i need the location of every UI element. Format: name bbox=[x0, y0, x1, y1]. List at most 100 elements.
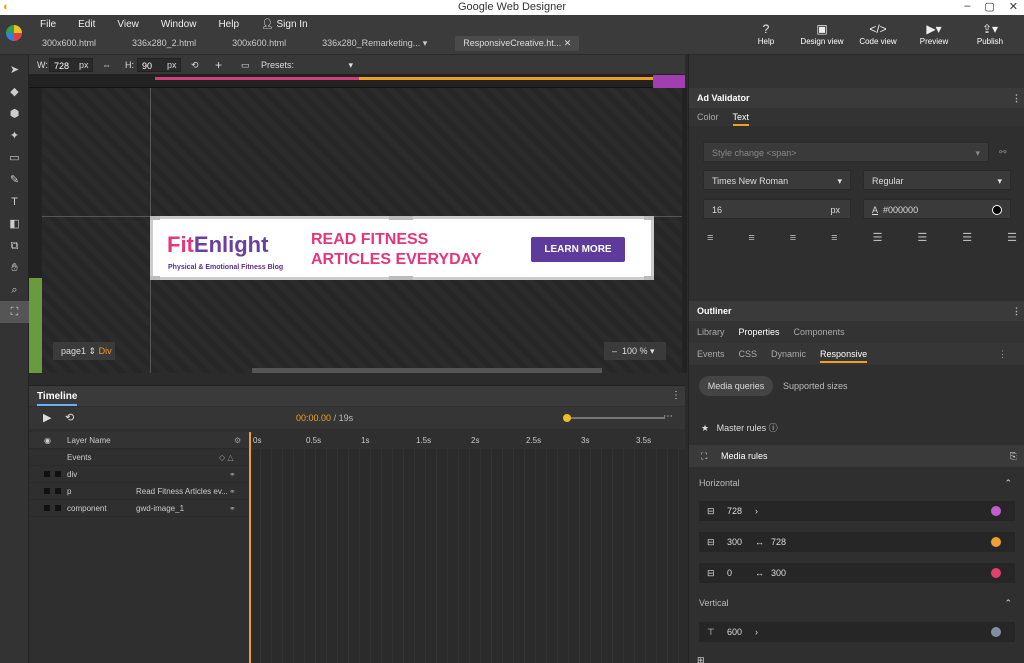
rule-color-dot[interactable] bbox=[991, 506, 1001, 516]
link-icon[interactable]: ⚭ bbox=[229, 466, 236, 483]
lock-toggle[interactable] bbox=[55, 471, 61, 477]
timeline-zoom-slider[interactable] bbox=[565, 417, 665, 419]
close-tab-icon[interactable]: ✕ bbox=[564, 38, 572, 48]
tab-events[interactable]: Events bbox=[697, 349, 725, 359]
zoom-control[interactable]: – 100 % ▾ bbox=[604, 342, 666, 360]
presets-dropdown[interactable]: Presets: ▾ bbox=[261, 58, 353, 72]
tab-dynamic[interactable]: Dynamic bbox=[771, 349, 806, 359]
more-icon[interactable]: ⋮ bbox=[671, 390, 681, 401]
layer-row[interactable]: component gwd-image_1 ⚭ bbox=[29, 500, 249, 517]
media-query-row[interactable]: ⊤ 600 › bbox=[699, 622, 1015, 642]
learn-more-button[interactable]: LEARN MORE bbox=[531, 237, 625, 262]
gear-icon[interactable]: ⚙ bbox=[234, 432, 241, 449]
menu-file[interactable]: File bbox=[40, 19, 56, 30]
media-query-row[interactable]: ⊟ 0 ↔ 300 bbox=[699, 563, 1015, 583]
close-window-button[interactable]: ✕ bbox=[1009, 0, 1018, 13]
timeline-grid[interactable] bbox=[249, 449, 685, 663]
more-icon[interactable]: ⋮ bbox=[998, 343, 1007, 365]
selection-tool-icon[interactable]: ➤ bbox=[0, 59, 29, 81]
master-rules-row[interactable]: ★ Master rules ⓘ bbox=[701, 418, 778, 438]
more-icon[interactable]: ⋮ bbox=[1012, 301, 1021, 321]
publish-button[interactable]: ⇪▾ Publish bbox=[962, 21, 1018, 46]
link-icon[interactable]: ⚯ bbox=[999, 142, 1007, 162]
link-icon[interactable]: ⇔ bbox=[102, 58, 111, 72]
link-icon[interactable]: ⚭ bbox=[229, 483, 236, 500]
tab-supported-sizes[interactable]: Supported sizes bbox=[783, 376, 848, 396]
menu-window[interactable]: Window bbox=[161, 19, 197, 30]
tab-css[interactable]: CSS bbox=[739, 349, 758, 359]
menu-edit[interactable]: Edit bbox=[78, 19, 95, 30]
text-color-input[interactable]: A #000000 bbox=[863, 199, 1011, 219]
media-query-row[interactable]: ⊟ 728 › bbox=[699, 501, 1015, 521]
preview-button[interactable]: ▶▾ Preview bbox=[906, 21, 962, 46]
menu-help[interactable]: Help bbox=[218, 19, 239, 30]
tab-responsive[interactable]: Responsive bbox=[820, 349, 868, 363]
resize-handle[interactable] bbox=[150, 216, 160, 220]
layer-row[interactable]: p Read Fitness Articles ev... ⚭ bbox=[29, 483, 249, 500]
rotate-icon[interactable]: ⟲ bbox=[191, 58, 199, 72]
add-event-icon[interactable]: ◇ △ bbox=[219, 449, 234, 466]
playhead[interactable] bbox=[249, 432, 251, 663]
ad-validator-header[interactable]: Ad Validator ⋮ bbox=[689, 88, 1024, 108]
stage-horizontal-scrollbar[interactable] bbox=[252, 368, 602, 373]
indent-icon[interactable]: ☰ bbox=[1007, 228, 1017, 248]
unordered-list-icon[interactable]: ☰ bbox=[917, 228, 927, 248]
layer-row[interactable]: div ⚭ bbox=[29, 466, 249, 483]
add-icon[interactable]: + bbox=[215, 58, 222, 72]
tab-file-3[interactable]: 300x600.html bbox=[224, 36, 294, 51]
font-size-input[interactable]: 16 px bbox=[703, 199, 851, 219]
slider-knob[interactable] bbox=[563, 414, 571, 422]
tab-library[interactable]: Library bbox=[697, 327, 725, 337]
chevron-up-icon[interactable]: ⌃ bbox=[1004, 593, 1012, 613]
rule-color-dot[interactable] bbox=[991, 568, 1001, 578]
visibility-toggle[interactable] bbox=[44, 505, 50, 511]
3d-tool-icon[interactable]: ⬢ bbox=[0, 103, 29, 125]
maximize-button[interactable]: ▢ bbox=[984, 0, 994, 13]
color-swatch[interactable] bbox=[992, 205, 1002, 215]
fill-tool-icon[interactable]: ◧ bbox=[0, 213, 29, 235]
color-tool-icon[interactable]: ⧉ bbox=[0, 235, 29, 257]
keyframe-options-icon[interactable]: ⋯ bbox=[663, 411, 673, 422]
eye-icon[interactable]: ◉ bbox=[44, 432, 51, 449]
outdent-icon[interactable]: ☰ bbox=[962, 228, 972, 248]
sign-in-button[interactable]: 👤︎ Sign In bbox=[261, 19, 308, 30]
code-view-button[interactable]: </> Code view bbox=[850, 21, 906, 46]
link-icon[interactable]: ⚭ bbox=[229, 500, 236, 517]
style-change-dropdown[interactable]: Style change <span> ▾ bbox=[703, 142, 989, 162]
align-left-icon[interactable]: ≡ bbox=[707, 228, 713, 248]
align-center-icon[interactable]: ≡ bbox=[748, 228, 754, 248]
font-family-dropdown[interactable]: Times New Roman ▾ bbox=[703, 170, 851, 190]
shape-tool-icon[interactable]: ✎ bbox=[0, 169, 29, 191]
help-button[interactable]: ? Help bbox=[738, 21, 794, 46]
fullscreen-tool-icon[interactable]: ⛶ bbox=[0, 301, 29, 323]
visibility-toggle[interactable] bbox=[44, 488, 50, 494]
more-icon[interactable]: ⋮ bbox=[1012, 88, 1021, 108]
resize-handle[interactable] bbox=[389, 276, 413, 280]
minimize-button[interactable]: – bbox=[964, 0, 970, 13]
tab-components[interactable]: Components bbox=[794, 327, 845, 337]
font-weight-dropdown[interactable]: Regular ▾ bbox=[863, 170, 1011, 190]
tab-text[interactable]: Text bbox=[732, 112, 750, 126]
justify-icon[interactable]: ≡ bbox=[831, 228, 837, 248]
rule-color-dot[interactable] bbox=[991, 537, 1001, 547]
hand-tool-icon[interactable]: ✋︎ bbox=[0, 257, 29, 279]
tag-tool-icon[interactable]: ◆ bbox=[0, 81, 29, 103]
resize-handle[interactable] bbox=[389, 216, 413, 220]
menu-view[interactable]: View bbox=[117, 19, 139, 30]
tab-color[interactable]: Color bbox=[697, 112, 719, 122]
component-tool-icon[interactable]: ✦ bbox=[0, 125, 29, 147]
loop-icon[interactable]: ⟲ bbox=[65, 411, 74, 424]
resize-handle[interactable] bbox=[644, 216, 654, 220]
stage-vertical-scrollbar[interactable] bbox=[682, 88, 687, 373]
zoom-tool-icon[interactable]: ⌕ bbox=[0, 279, 29, 301]
rule-color-dot[interactable] bbox=[991, 627, 1001, 637]
lock-toggle[interactable] bbox=[55, 488, 61, 494]
tab-file-active[interactable]: ResponsiveCreative.ht... ✕ bbox=[455, 36, 580, 51]
resize-handle[interactable] bbox=[644, 276, 654, 280]
media-rules-header[interactable]: ⛶ Media rules ⎘ bbox=[689, 445, 1024, 467]
visibility-toggle[interactable] bbox=[44, 471, 50, 477]
resize-handle[interactable] bbox=[150, 276, 160, 280]
design-view-button[interactable]: ▣ Design view bbox=[794, 21, 850, 46]
tab-file-2[interactable]: 336x280_2.html bbox=[124, 36, 204, 51]
page-selector[interactable]: page1 ⇕ Div bbox=[53, 342, 115, 360]
